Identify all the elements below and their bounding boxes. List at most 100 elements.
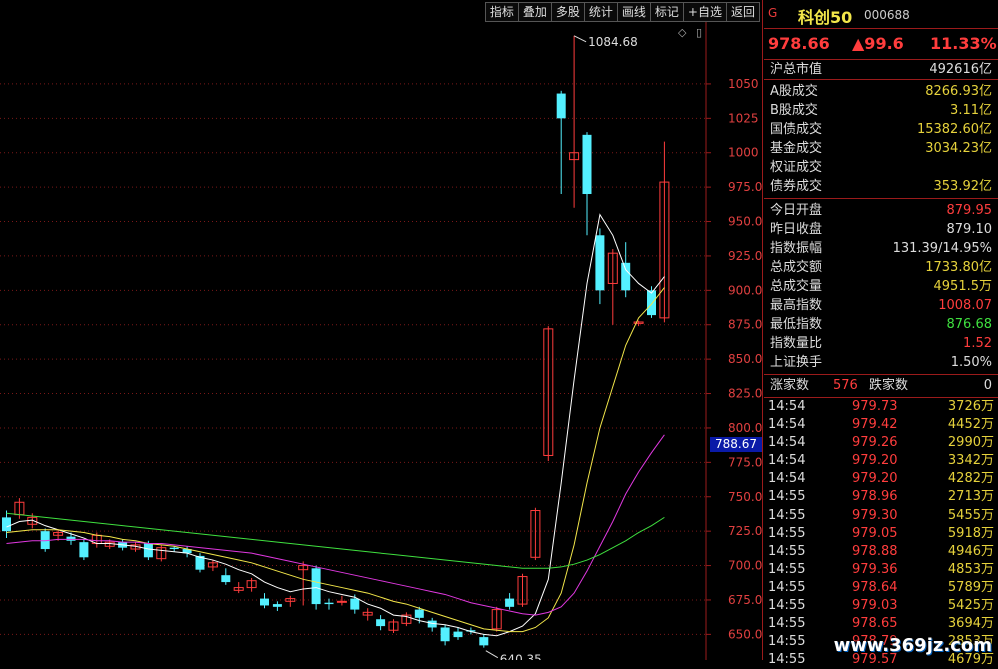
y-tick-label: 875.0	[728, 318, 762, 332]
ma-line-ma20	[6, 434, 665, 616]
tick-volume: 4946万	[947, 543, 994, 559]
kline-chart-area[interactable]: 1050 1025 1000 975.0 950.0 925.0 900.0 875.0 850…	[0, 0, 763, 660]
stats-row: 上证换手 1.50%	[764, 353, 998, 372]
turnover-label: 债券成交	[770, 179, 823, 194]
stats-value: 1.52	[963, 336, 992, 351]
market-cap-section: 沪总市值 492616亿	[764, 60, 998, 80]
price-change: ▲99.6	[852, 34, 904, 53]
y-tick-label: 1000	[728, 146, 759, 160]
price-line: 978.66 ▲99.6 11.33%	[764, 29, 998, 60]
tick-time: 14:54	[768, 453, 806, 469]
tick-row: 14:55 978.88 4946万	[764, 543, 998, 561]
toolbar-button[interactable]: 叠加	[517, 2, 552, 22]
candle-body	[582, 134, 592, 195]
tick-row: 14:55 978.64 5789万	[764, 579, 998, 597]
tick-row: 14:54 979.20 4282万	[764, 470, 998, 488]
stats-row: 总成交额 1733.80亿	[764, 258, 998, 277]
turnover-value: 8266.93亿	[925, 84, 992, 99]
turnover-label: 国债成交	[770, 122, 823, 137]
kline-chart[interactable]: 1050 1025 1000 975.0 950.0 925.0 900.0 875.0 850…	[0, 0, 763, 660]
y-tick-label: 675.0	[728, 593, 762, 607]
market-cap-value: 492616亿	[929, 62, 992, 77]
high-pointer	[573, 35, 587, 43]
tick-volume: 5789万	[947, 579, 994, 595]
y-tick-label: 1050	[728, 77, 759, 91]
candle-body	[221, 575, 231, 583]
tick-price: 978.96	[852, 489, 898, 505]
tick-time: 14:55	[768, 616, 806, 632]
toolbar-button[interactable]: 标记	[649, 2, 684, 22]
candle-body	[143, 543, 153, 558]
candle-body	[647, 290, 656, 316]
panel-toggle-icon[interactable]: ▯	[696, 26, 702, 39]
tick-time: 14:55	[768, 543, 806, 559]
stats-row: 最高指数 1008.07	[764, 296, 998, 315]
candle-body	[453, 631, 463, 638]
low-label: 640.35	[500, 653, 542, 660]
last-price: 978.66	[768, 34, 830, 53]
tick-row: 14:55 979.03 5425万	[764, 597, 998, 615]
stats-row: 昨日收盘 879.10	[764, 220, 998, 239]
candle-body	[376, 619, 386, 627]
stats-row: 指数量比 1.52	[764, 334, 998, 353]
tick-volume: 5455万	[947, 507, 994, 523]
y-tick-label: 800.0	[728, 421, 762, 435]
toolbar-button[interactable]: 返回	[725, 2, 760, 22]
turnover-section: A股成交 8266.93亿 B股成交 3.11亿 国债成交 15382.60亿 基金成交 30…	[764, 80, 998, 199]
candle-body	[336, 600, 347, 603]
turnover-label: A股成交	[770, 84, 818, 99]
stats-label: 上证换手	[770, 355, 823, 370]
tick-time: 14:54	[768, 435, 806, 451]
price-change-pct: 11.33%	[930, 34, 997, 53]
chart-toolbar: 指标 叠加 多股 统计 画线 标记 +自选 返回	[484, 2, 760, 22]
index-code: 000688	[864, 8, 910, 22]
y-tick-label: 750.0	[728, 490, 762, 504]
tick-row: 14:55 978.96 2713万	[764, 488, 998, 506]
y-tick-label: 825.0	[728, 387, 762, 401]
tick-list[interactable]: 14:54 979.73 3726万 14:54 979.42 4452万 14:54 979…	[764, 398, 998, 669]
tick-time: 14:55	[768, 579, 806, 595]
candle-body	[414, 609, 424, 618]
stats-row: 今日开盘 879.95	[764, 201, 998, 220]
tick-price: 979.26	[852, 435, 898, 451]
turnover-row: 权证成交	[764, 158, 998, 177]
y-tick-label: 950.0	[728, 215, 762, 229]
tick-volume: 4452万	[947, 417, 994, 433]
tick-volume: 3342万	[947, 453, 994, 469]
tick-price: 978.88	[852, 543, 898, 559]
toolbar-button[interactable]: 画线	[616, 2, 651, 22]
tick-volume: 2990万	[947, 435, 994, 451]
candle-body	[350, 598, 360, 610]
tick-time: 14:54	[768, 471, 806, 487]
tick-row: 14:55 979.30 5455万	[764, 507, 998, 525]
down-count-label: 跌家数	[869, 378, 909, 393]
toolbar-button[interactable]: 指标	[484, 2, 519, 22]
turnover-row: 债券成交 353.92亿	[764, 177, 998, 196]
toolbar-button[interactable]: 多股	[550, 2, 585, 22]
tick-price: 979.03	[852, 598, 898, 614]
turnover-row: A股成交 8266.93亿	[764, 82, 998, 101]
turnover-value: 3.11亿	[950, 103, 992, 118]
stats-label: 今日开盘	[770, 203, 823, 218]
tick-price: 979.30	[852, 507, 898, 523]
stats-label: 最高指数	[770, 298, 823, 313]
high-label: 1084.68	[588, 35, 638, 49]
y-tick-label: 650.0	[728, 627, 762, 641]
tick-volume: 3694万	[947, 616, 994, 632]
turnover-label: 权证成交	[770, 160, 823, 175]
toolbar-button[interactable]: 统计	[583, 2, 618, 22]
tick-price: 979.73	[852, 399, 898, 414]
candle-body	[479, 637, 489, 646]
market-cap-row: 沪总市值 492616亿	[764, 60, 998, 79]
stats-row: 最低指数 876.68	[764, 315, 998, 334]
toolbar-button[interactable]: +自选	[682, 2, 727, 22]
stats-value: 131.39/14.95%	[892, 241, 992, 256]
diamond-icon[interactable]: ◇	[678, 26, 686, 39]
candle-body	[621, 262, 631, 291]
tick-price: 979.20	[852, 471, 898, 487]
stats-value: 1008.07	[938, 298, 992, 313]
ma-line-ma5	[6, 213, 665, 637]
tick-volume: 3726万	[947, 399, 994, 414]
stats-value: 1733.80亿	[925, 260, 992, 275]
candle-body	[505, 598, 515, 607]
